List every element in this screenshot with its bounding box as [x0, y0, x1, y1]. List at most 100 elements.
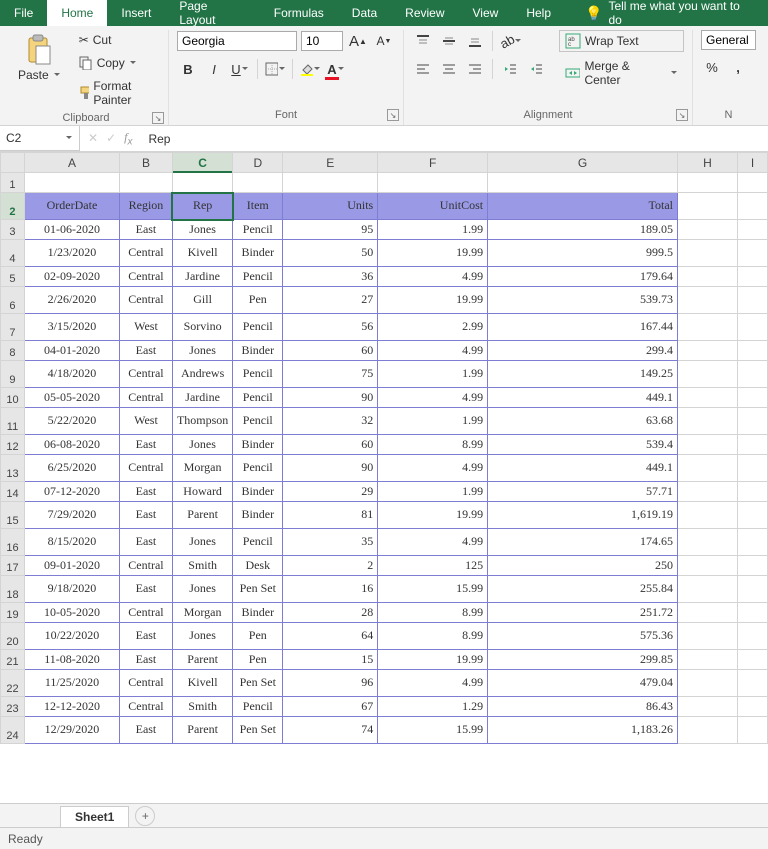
cell[interactable]: Binder	[233, 482, 283, 502]
row-header[interactable]: 11	[1, 408, 25, 435]
cell[interactable]: 539.4	[488, 435, 678, 455]
cell[interactable]: 1.99	[378, 482, 488, 502]
cell[interactable]: Desk	[233, 556, 283, 576]
cell[interactable]: 64	[283, 623, 378, 650]
cell[interactable]: 8.99	[378, 603, 488, 623]
tab-home[interactable]: Home	[47, 0, 107, 26]
cell[interactable]: 04-01-2020	[24, 341, 119, 361]
cell[interactable]	[678, 670, 738, 697]
cell[interactable]	[737, 267, 767, 287]
cell[interactable]: 4.99	[378, 341, 488, 361]
cell[interactable]	[737, 482, 767, 502]
cell[interactable]: 81	[283, 502, 378, 529]
cell[interactable]: 6/25/2020	[24, 455, 119, 482]
cell[interactable]: 449.1	[488, 455, 678, 482]
cell[interactable]: 28	[283, 603, 378, 623]
copy-button[interactable]: Copy	[73, 53, 160, 73]
cut-button[interactable]: ✂Cut	[73, 30, 160, 50]
tab-formulas[interactable]: Formulas	[260, 0, 338, 26]
cell[interactable]	[737, 314, 767, 341]
sheet-tab[interactable]: Sheet1	[60, 806, 129, 827]
cell[interactable]	[737, 361, 767, 388]
col-header-H[interactable]: H	[678, 153, 738, 173]
cell[interactable]	[678, 361, 738, 388]
cell[interactable]: Central	[119, 361, 172, 388]
cell[interactable]: East	[119, 220, 172, 240]
cell[interactable]: Pencil	[233, 455, 283, 482]
cell[interactable]: 10-05-2020	[24, 603, 119, 623]
cell[interactable]	[737, 455, 767, 482]
col-header-E[interactable]: E	[283, 153, 378, 173]
cell[interactable]: 12/29/2020	[24, 717, 119, 744]
cell[interactable]	[737, 341, 767, 361]
decrease-font-button[interactable]: A▼	[373, 30, 395, 52]
cell[interactable]: 449.1	[488, 388, 678, 408]
row-header[interactable]: 17	[1, 556, 25, 576]
cell[interactable]	[678, 341, 738, 361]
cell[interactable]	[678, 267, 738, 287]
cell[interactable]: Pencil	[233, 314, 283, 341]
cell[interactable]: Central	[119, 697, 172, 717]
cell[interactable]: 16	[283, 576, 378, 603]
cell[interactable]: 299.85	[488, 650, 678, 670]
cell[interactable]: Pen Set	[233, 717, 283, 744]
cell[interactable]: Jones	[172, 341, 232, 361]
cell[interactable]: 4.99	[378, 529, 488, 556]
cell[interactable]: 575.36	[488, 623, 678, 650]
row-header[interactable]: 22	[1, 670, 25, 697]
cell[interactable]: 95	[283, 220, 378, 240]
add-sheet-button[interactable]: +	[135, 806, 155, 826]
cell[interactable]: 57.71	[488, 482, 678, 502]
cell[interactable]: OrderDate	[24, 193, 119, 220]
cell[interactable]	[678, 455, 738, 482]
wrap-text-button[interactable]: abcWrap Text	[559, 30, 684, 52]
increase-font-button[interactable]: A▲	[347, 30, 369, 52]
cell[interactable]: 167.44	[488, 314, 678, 341]
tab-pagelayout[interactable]: Page Layout	[165, 0, 259, 26]
tab-review[interactable]: Review	[391, 0, 458, 26]
cell[interactable]: Kivell	[172, 670, 232, 697]
row-header[interactable]: 2	[1, 193, 25, 220]
cell[interactable]: Jones	[172, 623, 232, 650]
col-header-C[interactable]: C	[172, 153, 232, 173]
cell[interactable]: Morgan	[172, 455, 232, 482]
cell[interactable]: 1.29	[378, 697, 488, 717]
cell[interactable]: 67	[283, 697, 378, 717]
dialog-launcher-icon[interactable]: ↘	[387, 109, 399, 121]
cell[interactable]: East	[119, 482, 172, 502]
cell[interactable]: 479.04	[488, 670, 678, 697]
cell[interactable]: 11/25/2020	[24, 670, 119, 697]
cell[interactable]: Pen	[233, 650, 283, 670]
cell[interactable]: 32	[283, 408, 378, 435]
cell[interactable]: 8.99	[378, 623, 488, 650]
cell[interactable]: East	[119, 341, 172, 361]
cell[interactable]: Morgan	[172, 603, 232, 623]
tab-data[interactable]: Data	[338, 0, 391, 26]
row-header[interactable]: 5	[1, 267, 25, 287]
select-all-corner[interactable]	[1, 153, 25, 173]
cell[interactable]: 1.99	[378, 220, 488, 240]
comma-button[interactable]: ,	[727, 56, 749, 78]
cell[interactable]: Binder	[233, 240, 283, 267]
row-header[interactable]: 15	[1, 502, 25, 529]
bold-button[interactable]: B	[177, 58, 199, 80]
cell[interactable]: 50	[283, 240, 378, 267]
cell[interactable]: Central	[119, 388, 172, 408]
cell[interactable]: Parent	[172, 502, 232, 529]
cell[interactable]	[737, 650, 767, 670]
cell[interactable]: 539.73	[488, 287, 678, 314]
cell[interactable]: Pencil	[233, 220, 283, 240]
merge-center-button[interactable]: Merge & Center	[559, 56, 684, 90]
cell[interactable]	[678, 529, 738, 556]
cell[interactable]: 05-05-2020	[24, 388, 119, 408]
cell[interactable]	[678, 482, 738, 502]
row-header[interactable]: 12	[1, 435, 25, 455]
name-box[interactable]: C2	[0, 126, 80, 151]
cell[interactable]: Smith	[172, 556, 232, 576]
row-header[interactable]: 24	[1, 717, 25, 744]
cell[interactable]	[678, 388, 738, 408]
font-color-button[interactable]: A	[325, 58, 347, 80]
cell[interactable]: Pen Set	[233, 576, 283, 603]
cell[interactable]	[737, 220, 767, 240]
col-header-I[interactable]: I	[737, 153, 767, 173]
